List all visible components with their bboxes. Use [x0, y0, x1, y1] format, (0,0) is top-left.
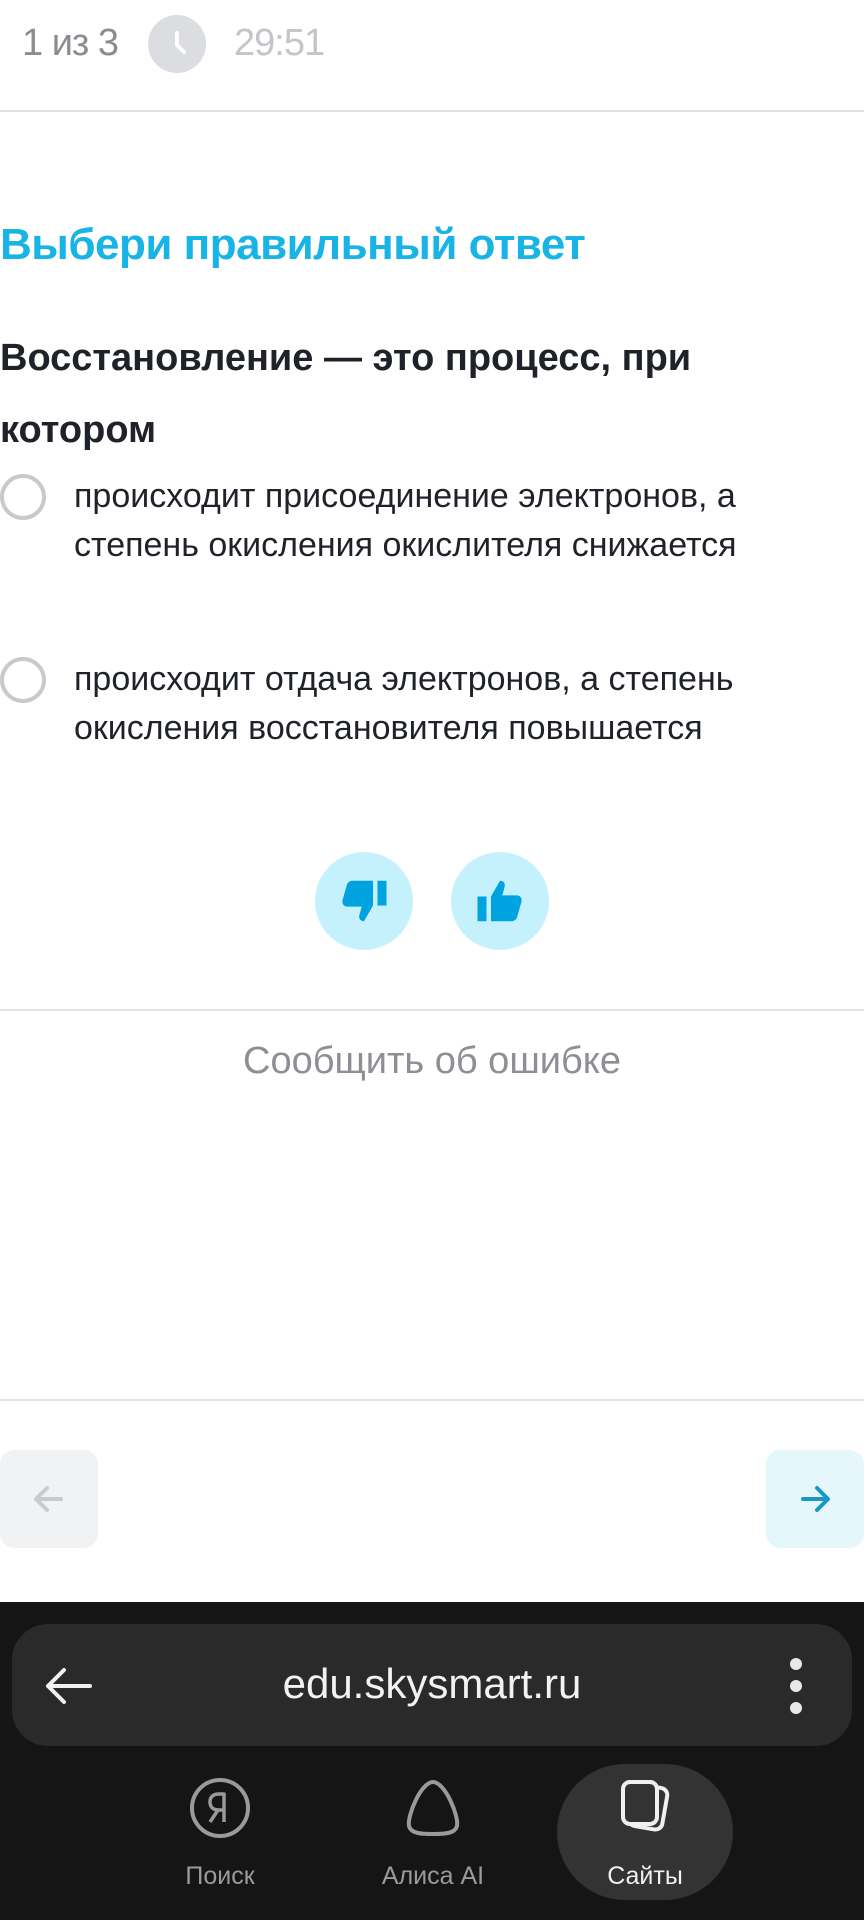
tab-label: Поиск: [185, 1862, 255, 1890]
like-button[interactable]: [451, 852, 549, 950]
more-vertical-icon[interactable]: [788, 1658, 804, 1714]
url-text[interactable]: edu.skysmart.ru: [12, 1660, 852, 1708]
answer-option-label: происходит присоединение электронов, а с…: [74, 477, 737, 564]
thumbs-down-icon: [342, 880, 387, 922]
arrow-right-icon: [801, 1486, 830, 1512]
divider: [0, 1009, 864, 1011]
radio-button[interactable]: [0, 474, 46, 520]
next-question-button[interactable]: [766, 1450, 864, 1548]
browser-toolbar: edu.skysmart.ru Поиск Алиса AI Сайты: [0, 1602, 864, 1920]
tab-label: Алиса AI: [381, 1862, 485, 1890]
answer-option-label: происходит отдача электронов, а степень …: [74, 660, 734, 747]
dislike-button[interactable]: [315, 852, 413, 950]
yandex-logo-icon: [190, 1778, 250, 1838]
report-error-link[interactable]: Сообщить об ошибке: [0, 1040, 864, 1083]
tab-search[interactable]: Поиск: [132, 1764, 308, 1900]
clock-icon: [148, 15, 206, 73]
thumbs-up-icon: [477, 880, 522, 922]
arrow-left-icon: [34, 1486, 63, 1512]
tab-sites[interactable]: Сайты: [557, 1764, 733, 1900]
tabs-icon: [621, 1780, 670, 1832]
question-counter: 1 из 3: [22, 22, 119, 64]
address-bar[interactable]: edu.skysmart.ru: [12, 1624, 852, 1746]
previous-question-button[interactable]: [0, 1450, 98, 1548]
question-text: Восстановление — это процесс, при которо…: [0, 337, 692, 451]
alice-icon: [406, 1779, 460, 1836]
radio-button[interactable]: [0, 657, 46, 703]
quiz-header: 1 из 3 29:51: [0, 0, 864, 112]
instruction-title: Выбери правильный ответ: [0, 220, 586, 269]
tab-alice[interactable]: Алиса AI: [345, 1764, 521, 1900]
tab-label: Сайты: [607, 1862, 683, 1890]
timer: 29:51: [234, 22, 325, 64]
divider: [0, 1399, 864, 1401]
